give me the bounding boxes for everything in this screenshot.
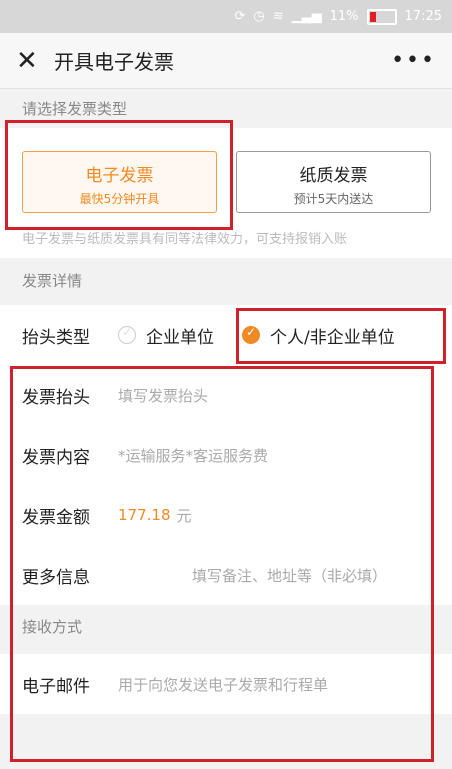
electronic-invoice-title: 电子发票 [85, 166, 154, 186]
alarm-icon: ◷ [253, 9, 265, 24]
more-info-input[interactable]: 填写备注、地址等（非必填） [192, 565, 387, 586]
invoice-type-note: 电子发票与纸质发票具有同等法律效力，可支持报销入账 [22, 232, 348, 247]
more-info-row[interactable]: 更多信息 填写备注、地址等（非必填） [0, 545, 452, 605]
invoice-title-label: 发票抬头 [22, 387, 90, 408]
signal-icon: ▁▃▅ [291, 9, 322, 24]
invoice-content-label: 发票内容 [22, 447, 90, 468]
paper-invoice-title: 纸质发票 [299, 166, 368, 186]
invoice-amount-row: 发票金额 177.18 元 [0, 485, 452, 545]
more-icon[interactable]: ••• [391, 48, 436, 73]
invoice-title-input[interactable]: 填写发票抬头 [118, 385, 208, 406]
close-icon[interactable]: ✕ [16, 46, 46, 76]
status-time: 17:25 [404, 9, 442, 24]
wifi-icon: ≋ [272, 9, 284, 24]
radio-personal-label: 个人/非企业单位 [270, 327, 395, 348]
sync-icon: ⟳ [234, 9, 246, 24]
title-type-row: 抬头类型 企业单位 个人/非企业单位 [0, 305, 452, 365]
battery-percent: 11% [329, 9, 359, 24]
page-title: 开具电子发票 [54, 50, 174, 74]
radio-enterprise-label: 企业单位 [146, 327, 214, 348]
details-section-title: 发票详情 [22, 272, 83, 290]
invoice-amount-unit: 元 [176, 506, 192, 525]
invoice-type-panel: 电子发票 最快5分钟开具 纸质发票 预计5天内送达 电子发票与纸质发票具有同等法… [0, 128, 452, 258]
invoice-type-section-title: 请选择发票类型 [22, 100, 128, 118]
paper-invoice-subtitle: 预计5天内送达 [293, 192, 374, 206]
electronic-invoice-subtitle: 最快5分钟开具 [79, 192, 160, 206]
invoice-amount-label: 发票金额 [22, 507, 90, 528]
radio-unchecked-icon [118, 325, 136, 344]
invoice-content-value: *运输服务*客运服务费 [118, 446, 269, 465]
battery-icon [366, 8, 397, 25]
top-bar: ✕ 开具电子发票 ••• [0, 33, 452, 89]
receive-section-title: 接收方式 [0, 608, 452, 646]
paper-invoice-button[interactable]: 纸质发票 预计5天内送达 [236, 151, 431, 213]
email-row[interactable]: 电子邮件 用于向您发送电子发票和行程单 [0, 654, 452, 714]
email-label: 电子邮件 [22, 676, 90, 697]
invoice-amount-value: 177.18 [118, 506, 171, 524]
more-info-label: 更多信息 [22, 567, 90, 588]
electronic-invoice-button[interactable]: 电子发票 最快5分钟开具 [22, 151, 217, 213]
radio-personal[interactable]: 个人/非企业单位 [242, 323, 395, 348]
radio-checked-icon [242, 325, 260, 344]
title-type-label: 抬头类型 [22, 327, 90, 348]
radio-enterprise[interactable]: 企业单位 [118, 323, 214, 348]
email-input[interactable]: 用于向您发送电子发票和行程单 [118, 674, 328, 695]
invoice-content-row: 发票内容 *运输服务*客运服务费 [0, 425, 452, 485]
invoice-title-row[interactable]: 发票抬头 填写发票抬头 [0, 365, 452, 425]
status-bar: ⟳ ◷ ≋ ▁▃▅ 11% 17:25 [0, 0, 452, 33]
